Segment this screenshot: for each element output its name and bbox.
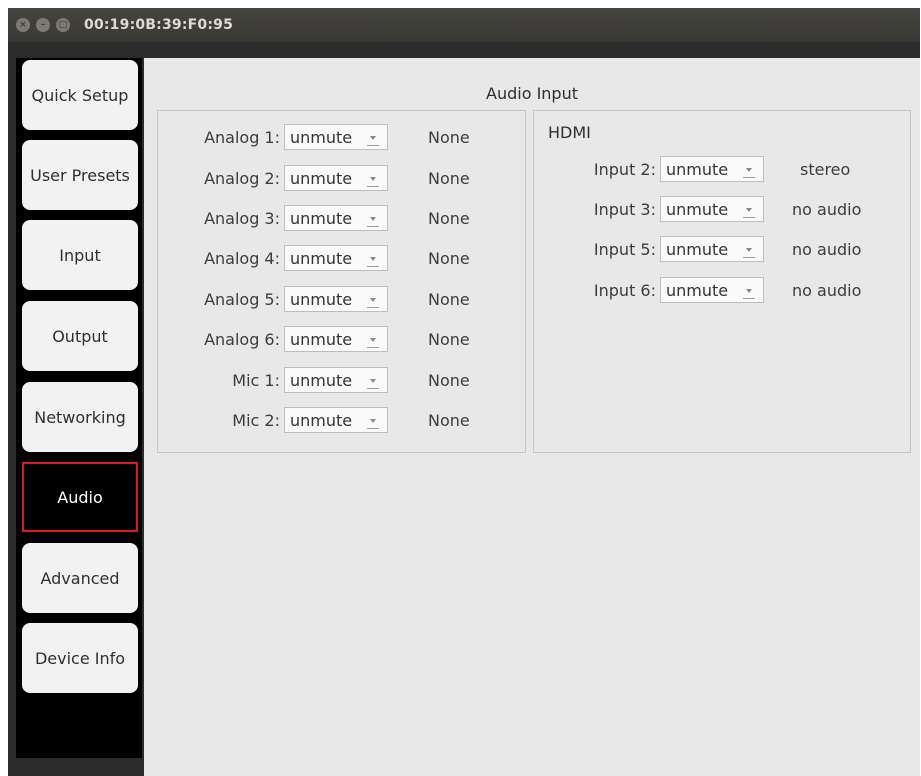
analog-label: Analog 2: [204, 168, 280, 188]
minimize-icon[interactable]: – [36, 18, 50, 32]
sidebar: Quick Setup User Presets Input Output Ne… [16, 58, 142, 758]
analog-status: None [428, 289, 470, 309]
mic-row: Mic 2: unmute None [158, 406, 470, 434]
mute-select[interactable]: unmute [660, 236, 764, 262]
sidebar-item-advanced[interactable]: Advanced [22, 543, 138, 613]
hdmi-heading: HDMI [548, 123, 591, 142]
hdmi-row: Input 3: unmute no audio [534, 195, 861, 223]
hdmi-status: no audio [792, 199, 862, 219]
analog-status: None [428, 127, 470, 147]
mic-row: Mic 1: unmute None [158, 366, 470, 394]
analog-status: None [428, 208, 470, 228]
sidebar-item-audio[interactable]: Audio [22, 462, 138, 532]
analog-status: None [428, 248, 470, 268]
mute-select[interactable]: unmute [284, 326, 388, 352]
sidebar-item-output[interactable]: Output [22, 301, 138, 371]
main-panel: Audio Input Analog 1: unmute None Analog… [144, 58, 920, 776]
analog-row: Analog 1: unmute None [158, 123, 470, 151]
hdmi-input-label: Input 6: [593, 280, 656, 300]
app-window: × – □ 00:19:0B:39:F0:95 Quick Setup User… [8, 8, 920, 776]
hdmi-group: HDMI Input 2: unmute stereo Input 3: unm… [533, 110, 911, 453]
sidebar-item-device-info[interactable]: Device Info [22, 623, 138, 693]
hdmi-row: Input 5: unmute no audio [534, 235, 861, 263]
analog-label: Analog 5: [204, 289, 280, 309]
analog-status: None [428, 168, 470, 188]
hdmi-input-label: Input 2: [593, 159, 656, 179]
page-title: Audio Input [486, 84, 578, 103]
maximize-icon[interactable]: □ [56, 18, 70, 32]
close-icon[interactable]: × [16, 18, 30, 32]
chevron-down-icon [743, 205, 755, 218]
mic-label: Mic 1: [232, 370, 280, 390]
chevron-down-icon [367, 254, 379, 267]
hdmi-row: Input 2: unmute stereo [534, 155, 850, 183]
chevron-down-icon [743, 165, 755, 178]
window-title: 00:19:0B:39:F0:95 [84, 17, 234, 33]
mute-select[interactable]: unmute [660, 277, 764, 303]
analog-label: Analog 6: [204, 329, 280, 349]
mic-status: None [428, 410, 470, 430]
mute-select[interactable]: unmute [284, 165, 388, 191]
chevron-down-icon [743, 245, 755, 258]
chevron-down-icon [367, 174, 379, 187]
analog-row: Analog 2: unmute None [158, 164, 470, 192]
analog-group: Analog 1: unmute None Analog 2: unmute N… [157, 110, 526, 453]
sidebar-item-input[interactable]: Input [22, 220, 138, 290]
mute-select[interactable]: unmute [284, 124, 388, 150]
hdmi-input-label: Input 5: [593, 239, 656, 259]
mute-select[interactable]: unmute [284, 286, 388, 312]
hdmi-status: no audio [792, 280, 862, 300]
mute-select[interactable]: unmute [284, 367, 388, 393]
chevron-down-icon [367, 376, 379, 389]
analog-label: Analog 3: [204, 208, 280, 228]
mute-select[interactable]: unmute [284, 407, 388, 433]
sidebar-item-user-presets[interactable]: User Presets [22, 140, 138, 210]
chevron-down-icon [367, 335, 379, 348]
analog-label: Analog 4: [204, 248, 280, 268]
chevron-down-icon [743, 286, 755, 299]
hdmi-row: Input 6: unmute no audio [534, 276, 861, 304]
chevron-down-icon [367, 295, 379, 308]
hdmi-input-label: Input 3: [593, 199, 656, 219]
mic-status: None [428, 370, 470, 390]
analog-row: Analog 3: unmute None [158, 204, 470, 232]
analog-row: Analog 4: unmute None [158, 244, 470, 272]
chevron-down-icon [367, 133, 379, 146]
analog-status: None [428, 329, 470, 349]
sidebar-item-networking[interactable]: Networking [22, 382, 138, 452]
hdmi-status: no audio [792, 239, 862, 259]
chevron-down-icon [367, 214, 379, 227]
mute-select[interactable]: unmute [284, 245, 388, 271]
analog-label: Analog 1: [204, 127, 280, 147]
analog-row: Analog 5: unmute None [158, 285, 470, 313]
title-bar: × – □ 00:19:0B:39:F0:95 [8, 8, 920, 42]
mute-select[interactable]: unmute [660, 156, 764, 182]
mic-label: Mic 2: [232, 410, 280, 430]
hdmi-status: stereo [800, 159, 851, 179]
mute-select[interactable]: unmute [284, 205, 388, 231]
mute-select[interactable]: unmute [660, 196, 764, 222]
sidebar-item-quick-setup[interactable]: Quick Setup [22, 60, 138, 130]
chevron-down-icon [367, 416, 379, 429]
analog-row: Analog 6: unmute None [158, 325, 470, 353]
